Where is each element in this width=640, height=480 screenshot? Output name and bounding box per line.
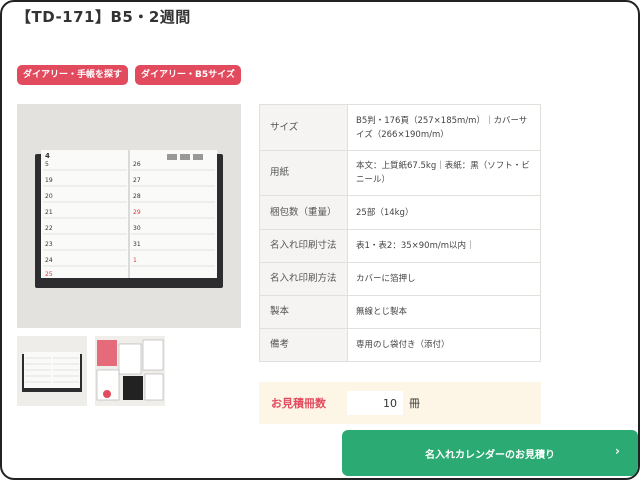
spec-key: 備考 xyxy=(259,328,348,362)
spec-key: 製本 xyxy=(259,295,348,329)
spec-key: 梱包数（重量） xyxy=(259,195,348,230)
calendar-quote-button[interactable]: 名入れカレンダーのお見積り › xyxy=(342,430,638,476)
quantity-input[interactable] xyxy=(347,391,403,415)
quote-quantity-label: お見積冊数 xyxy=(271,397,326,410)
product-main-image[interactable]: 4 5 19 20 21 22 23 24 25 26 27 28 29 30 … xyxy=(17,104,241,328)
preview-day: 5 xyxy=(45,161,49,168)
spec-value: 無線とじ製本 xyxy=(347,295,541,329)
preview-day: 27 xyxy=(133,177,141,184)
preview-day: 21 xyxy=(45,209,53,216)
chevron-right-icon: › xyxy=(615,444,620,458)
spec-row: サイズ B5判・176頁（257×185m/m）｜カバーサイズ（266×190m… xyxy=(259,104,541,151)
preview-day: 31 xyxy=(133,241,141,248)
spec-value: 表1・表2：35×90m/m以内｜ xyxy=(347,229,541,263)
thumbnail-list xyxy=(17,336,165,406)
calendar-quote-button-label: 名入れカレンダーのお見積り xyxy=(425,449,555,461)
preview-day-sunday: 25 xyxy=(45,271,53,278)
spec-value: 本文：上質紙67.5kg｜表紙：黒（ソフト・ビニール） xyxy=(347,150,541,196)
spec-value: 25部（14kg） xyxy=(347,195,541,230)
spec-key: 名入れ印刷寸法 xyxy=(259,229,348,263)
spec-key: サイズ xyxy=(259,104,348,151)
preview-day: 20 xyxy=(45,193,53,200)
spec-row: 用紙 本文：上質紙67.5kg｜表紙：黒（ソフト・ビニール） xyxy=(259,150,541,196)
preview-day: 23 xyxy=(45,241,53,248)
preview-day: 22 xyxy=(45,225,53,232)
page-frame: 【TD-171】B5・2週間 ダイアリー・手帳を探す ダイアリー・B5サイズ 4… xyxy=(0,0,640,480)
thumbnail-diary[interactable] xyxy=(17,336,87,406)
spec-row: 梱包数（重量） 25部（14kg） xyxy=(259,195,541,230)
spec-key: 名入れ印刷方法 xyxy=(259,262,348,296)
diary-illustration: 4 5 19 20 21 22 23 24 25 26 27 28 29 30 … xyxy=(35,150,223,288)
preview-month: 4 xyxy=(45,152,50,160)
tag-search-diary[interactable]: ダイアリー・手帳を探す xyxy=(17,65,129,85)
spec-row: 名入れ印刷寸法 表1・表2：35×90m/m以内｜ xyxy=(259,229,541,263)
product-title: 【TD-171】B5・2週間 xyxy=(16,8,191,26)
preview-day: 26 xyxy=(133,161,141,168)
preview-day-holiday: 29 xyxy=(133,209,141,216)
spec-key: 用紙 xyxy=(259,150,348,196)
tag-list: ダイアリー・手帳を探す ダイアリー・B5サイズ xyxy=(17,65,241,85)
preview-day: 19 xyxy=(45,177,53,184)
spec-row: 製本 無線とじ製本 xyxy=(259,295,541,329)
tag-diary-b5[interactable]: ダイアリー・B5サイズ xyxy=(135,65,241,85)
quantity-unit: 冊 xyxy=(409,397,420,410)
spec-value: B5判・176頁（257×185m/m）｜カバーサイズ（266×190m/m） xyxy=(347,104,541,151)
preview-day-sunday: 1 xyxy=(133,257,137,264)
preview-day: 28 xyxy=(133,193,141,200)
thumbnail-detail[interactable] xyxy=(95,336,165,406)
spec-row: 備考 専用のし袋付き（添付） xyxy=(259,328,541,362)
spec-row: 名入れ印刷方法 カバーに箔押し xyxy=(259,262,541,296)
spec-value: 専用のし袋付き（添付） xyxy=(347,328,541,362)
quote-quantity-box: お見積冊数 冊 xyxy=(259,382,541,424)
spec-table: サイズ B5判・176頁（257×185m/m）｜カバーサイズ（266×190m… xyxy=(259,104,541,362)
preview-day: 30 xyxy=(133,225,141,232)
preview-day: 24 xyxy=(45,257,53,264)
spec-value: カバーに箔押し xyxy=(347,262,541,296)
